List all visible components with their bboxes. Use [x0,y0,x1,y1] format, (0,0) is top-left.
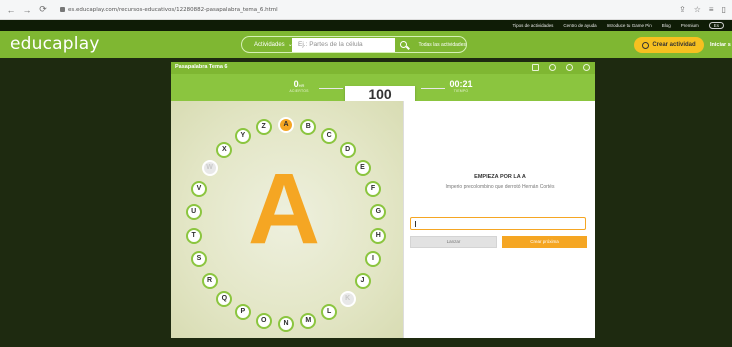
check-button[interactable]: Lanzar [410,236,497,248]
remaining-value: 100 [368,86,392,102]
create-icon [642,41,650,49]
letter-s[interactable]: S [191,251,207,268]
letter-f[interactable]: F [365,180,381,197]
create-activity-button[interactable]: Crear actividad [634,37,704,53]
letter-i[interactable]: I [365,251,381,268]
search-input[interactable]: Ej.: Partes de la célula [292,37,395,52]
link-premium[interactable]: Premium [681,23,699,28]
letter-y[interactable]: Y [234,127,251,144]
forward-icon[interactable]: → [22,5,32,15]
star-icon[interactable]: ☆ [694,5,701,14]
link-help-center[interactable]: Centro de ayuda [563,23,596,28]
letter-q[interactable]: Q [216,290,233,307]
login-link[interactable]: Iniciar s [710,42,731,48]
create-activity-label: Crear actividad [652,42,696,48]
lock-icon [60,6,65,12]
link-game-pin[interactable]: Introduce tu Game Pin [607,23,652,28]
window-icon[interactable]: ▯ [722,5,726,14]
letter-v[interactable]: V [191,180,207,197]
top-links-bar: Tipos de actividades Centro de ayuda Int… [0,20,732,31]
letter-o[interactable]: O [255,312,272,329]
text-cursor [415,221,416,227]
search-icon[interactable] [395,38,413,52]
letter-j[interactable]: J [354,272,371,289]
letter-c[interactable]: C [321,127,338,144]
correct-score-unit: HR [298,83,305,88]
back-icon[interactable]: ← [6,5,16,15]
answer-input[interactable] [410,217,586,230]
sound-icon[interactable] [549,64,556,71]
browser-toolbar: ← → ⟳ es.educaplay.com/recursos-educativ… [0,0,732,20]
game-container: Pasapalabra Tema 6 0HR ACIERTOS 100 PASO… [171,62,595,338]
clue-panel: EMPIEZA POR LA A Imperio precolombino qu… [403,101,595,338]
letter-h[interactable]: H [370,228,387,244]
letter-d[interactable]: D [339,141,356,158]
clue-title: EMPIEZA POR LA A [474,174,526,180]
game-titlebar: Pasapalabra Tema 6 [171,62,595,74]
letter-a[interactable]: A [278,116,294,133]
letter-k[interactable]: K [339,290,356,307]
link-activity-types[interactable]: Tipos de actividades [513,23,554,28]
calendar-icon[interactable] [532,64,539,71]
timer-label: TIEMPO [453,89,469,93]
letter-t[interactable]: T [185,228,202,244]
letter-n[interactable]: N [278,315,294,332]
correct-score-label: ACIERTOS [289,89,309,93]
link-blog[interactable]: Blog [662,23,671,28]
next-button[interactable]: Crear próxima [502,236,587,248]
settings-icon[interactable] [583,64,590,71]
letter-z[interactable]: Z [255,119,272,136]
timer: 00:21 TIEMPO [439,79,483,93]
letter-w[interactable]: W [201,159,218,176]
all-activities-link[interactable]: Todas las actividades [412,42,466,48]
url-text: es.educaplay.com/recursos-educativos/122… [68,6,278,13]
clue-text: Imperio precolombino que derrotó Hernán … [445,184,555,190]
letter-u[interactable]: U [185,204,202,220]
address-bar[interactable]: es.educaplay.com/recursos-educativos/122… [60,6,673,13]
language-selector[interactable]: Es [708,22,724,29]
current-letter-display: A [247,153,321,265]
letter-l[interactable]: L [321,304,338,321]
divider [319,88,343,89]
letter-g[interactable]: G [370,204,387,220]
restart-icon[interactable] [566,64,573,71]
game-title: Pasapalabra Tema 6 [175,64,228,70]
letter-p[interactable]: P [234,304,251,321]
letter-r[interactable]: R [201,272,218,289]
letter-b[interactable]: B [300,119,317,136]
educaplay-logo[interactable]: educaplay [10,34,100,54]
timer-value: 00:21 [449,79,473,89]
letter-x[interactable]: X [216,141,233,158]
score-bar: 0HR ACIERTOS 100 PASOS 00:21 TIEMPO [171,74,595,110]
letter-wheel: A ABCDEFGHIJKLMNOPQRSTUVWXYZ [171,101,403,338]
site-header: educaplay Actividades ⌄ Ej.: Partes de l… [0,31,732,58]
correct-score: 0HR ACIERTOS [277,79,321,93]
extensions-icon[interactable]: ≡ [709,5,714,14]
activities-dropdown[interactable]: Actividades ⌄ [242,37,293,52]
letter-m[interactable]: M [300,312,317,329]
letter-e[interactable]: E [354,159,371,176]
search-group: Actividades ⌄ Ej.: Partes de la célula T… [241,36,467,53]
activities-label: Actividades [254,41,285,48]
share-icon[interactable]: ⇪ [679,5,686,14]
reload-icon[interactable]: ⟳ [38,4,48,15]
